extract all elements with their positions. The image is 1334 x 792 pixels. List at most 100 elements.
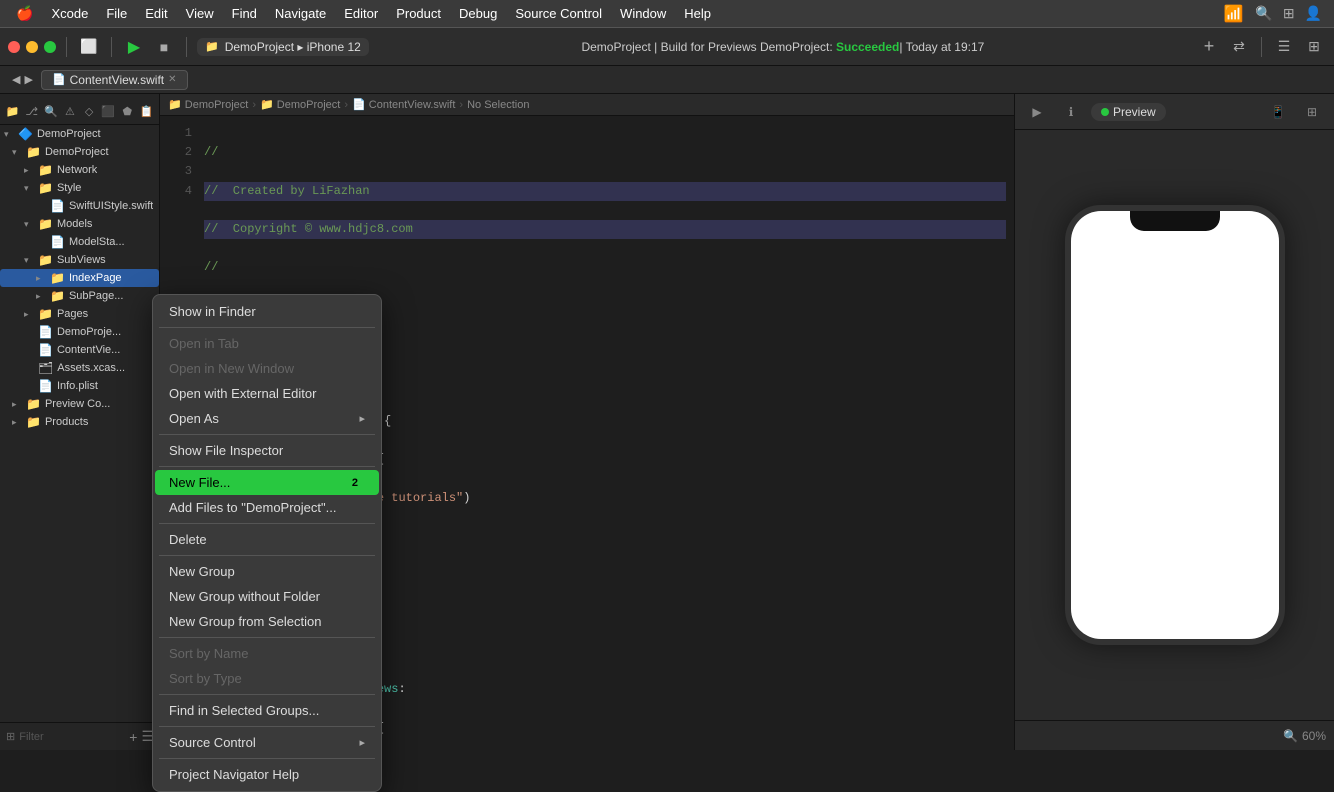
filter-icon: ⊞ <box>6 730 15 743</box>
search-icon[interactable]: 🔍 <box>42 100 59 122</box>
tree-item-modelsta[interactable]: ▸ 📄 ModelSta... <box>0 233 159 251</box>
ctx-new-file[interactable]: New File... 2 <box>155 470 379 495</box>
panel-toggle-icon[interactable]: ⊞ <box>1302 35 1326 59</box>
ctx-show-file-inspector[interactable]: Show File Inspector <box>155 438 379 463</box>
build-time: | Today at 19:17 <box>899 40 984 54</box>
ctx-find-in-selected-groups[interactable]: Find in Selected Groups... <box>155 698 379 723</box>
menu-navigate[interactable]: Navigate <box>267 4 334 23</box>
back-icon[interactable]: ◀ <box>12 73 20 86</box>
bc-selection[interactable]: No Selection <box>467 99 529 111</box>
zoom-icon[interactable]: ⊞ <box>1298 98 1326 126</box>
test-icon[interactable]: ◇ <box>81 100 98 122</box>
file-icon: 📄 <box>52 73 66 86</box>
tree-item-network[interactable]: ▸ 📁 Network <box>0 161 159 179</box>
folder-icon: 📁 <box>38 163 53 177</box>
tree-item-products[interactable]: ▸ 📁 Products <box>0 413 159 431</box>
tree-item-style[interactable]: ▾ 📁 Style <box>0 179 159 197</box>
sidebar-footer: ⊞ Filter + ☰ <box>0 722 160 750</box>
sidebar-toggle-icon[interactable]: ⬜ <box>77 35 101 59</box>
menu-edit[interactable]: Edit <box>137 4 175 23</box>
bc-project[interactable]: 📁 DemoProject <box>168 98 248 111</box>
minimize-button[interactable] <box>26 41 38 53</box>
add-icon[interactable]: + <box>1197 35 1221 59</box>
ctx-delete[interactable]: Delete <box>155 527 379 552</box>
ctx-open-as[interactable]: Open As ▸ <box>155 406 379 431</box>
zoom-icon-footer: 🔍 <box>1283 729 1298 743</box>
inspect-icon[interactable]: ℹ <box>1057 98 1085 126</box>
tree-item-infoplist[interactable]: ▸ 📄 Info.plist <box>0 377 159 395</box>
user-avatar: 👤 <box>1301 5 1326 22</box>
tree-item-demoproject-file[interactable]: ▸ 📄 DemoProje... <box>0 323 159 341</box>
tree-item-indexpage[interactable]: ▸ 📁 IndexPage <box>0 269 159 287</box>
sidebar-toolbar: 📁 ⎇ 🔍 ⚠ ◇ ⬛ ⬟ 📋 <box>0 98 159 125</box>
run-icon[interactable]: ▶ <box>122 35 146 59</box>
inspector-toggle-icon[interactable]: ☰ <box>1272 35 1296 59</box>
report-icon[interactable]: 📋 <box>138 100 155 122</box>
layout-icon[interactable]: ⇄ <box>1227 35 1251 59</box>
menu-view[interactable]: View <box>178 4 222 23</box>
ctx-new-group-from-selection[interactable]: New Group from Selection <box>155 609 379 634</box>
preview-toolbar: ▶ ℹ Preview 📱 ⊞ <box>1015 94 1334 130</box>
folder-icon[interactable]: 📁 <box>4 100 21 122</box>
folder-icon: 📁 <box>50 289 65 303</box>
menu-xcode[interactable]: Xcode <box>43 4 96 23</box>
ctx-source-control[interactable]: Source Control ▸ <box>155 730 379 755</box>
tree-item-models[interactable]: ▾ 📁 Models <box>0 215 159 233</box>
bc-file[interactable]: 📄 ContentView.swift <box>352 98 455 111</box>
debug-icon[interactable]: ⬛ <box>100 100 117 122</box>
ctx-separator <box>159 555 375 556</box>
menu-window[interactable]: Window <box>612 4 674 23</box>
tree-item-pages[interactable]: ▸ 📁 Pages <box>0 305 159 323</box>
menu-product[interactable]: Product <box>388 4 449 23</box>
menu-editor[interactable]: Editor <box>336 4 386 23</box>
stop-icon[interactable]: ■ <box>152 35 176 59</box>
device-preview-icon[interactable]: 📱 <box>1264 98 1292 126</box>
control-center-icon[interactable]: ⊞ <box>1279 5 1299 22</box>
add-bottom-icon[interactable]: + <box>129 729 137 745</box>
apple-menu[interactable]: 🍎 <box>8 5 41 22</box>
search-menu-icon[interactable]: 🔍 <box>1251 5 1276 22</box>
bc-folder[interactable]: 📁 DemoProject <box>260 98 340 111</box>
menu-help[interactable]: Help <box>676 4 719 23</box>
play-icon[interactable]: ▶ <box>1023 98 1051 126</box>
file-icon: 📄 <box>38 379 53 393</box>
tab-contentview[interactable]: 📄 ContentView.swift ✕ <box>41 70 188 90</box>
tree-item-demoproject-folder[interactable]: ▾ 📁 DemoProject <box>0 143 159 161</box>
tabbar: ◀ ▶ 📄 ContentView.swift ✕ <box>0 66 1334 94</box>
ctx-new-group-without-folder[interactable]: New Group without Folder <box>155 584 379 609</box>
tab-close-icon[interactable]: ✕ <box>168 74 176 85</box>
device-selector[interactable]: 📁 DemoProject ▸ iPhone 12 <box>197 38 369 56</box>
tree-label: SubViews <box>57 254 106 266</box>
tree-item-subpage[interactable]: ▸ 📁 SubPage... <box>0 287 159 305</box>
tree-item-subviews[interactable]: ▾ 📁 SubViews <box>0 251 159 269</box>
warning-icon[interactable]: ⚠ <box>61 100 78 122</box>
menu-debug[interactable]: Debug <box>451 4 505 23</box>
ctx-separator <box>159 694 375 695</box>
context-menu: Show in Finder Open in Tab Open in New W… <box>152 294 382 792</box>
tree-item-previewco[interactable]: ▸ 📁 Preview Co... <box>0 395 159 413</box>
ctx-add-files[interactable]: Add Files to "DemoProject"... <box>155 495 379 520</box>
ctx-separator <box>159 434 375 435</box>
ctx-show-in-finder[interactable]: Show in Finder <box>155 299 379 324</box>
menu-file[interactable]: File <box>98 4 135 23</box>
maximize-button[interactable] <box>44 41 56 53</box>
ctx-open-with-external-editor[interactable]: Open with External Editor <box>155 381 379 406</box>
ctx-new-group[interactable]: New Group <box>155 559 379 584</box>
tree-item-swiftuistyle[interactable]: ▸ 📄 SwiftUIStyle.swift <box>0 197 159 215</box>
tree-item-assets[interactable]: ▸ 🗂 Assets.xcas... <box>0 359 159 377</box>
menu-find[interactable]: Find <box>224 4 265 23</box>
bc-sep: › <box>252 99 256 111</box>
bc-sep: › <box>344 99 348 111</box>
tree-item-demoproject-root[interactable]: ▾ 🔷 DemoProject <box>0 125 159 143</box>
breakpoint-icon[interactable]: ⬟ <box>119 100 136 122</box>
tree-item-contentview[interactable]: ▸ 📄 ContentVie... <box>0 341 159 359</box>
filter-label: Filter <box>19 731 43 743</box>
sidebar: 📁 ⎇ 🔍 ⚠ ◇ ⬛ ⬟ 📋 ▾ 🔷 DemoProject ▾ 📁 Demo… <box>0 94 160 750</box>
file-icon: 📄 <box>50 235 65 249</box>
menu-source-control[interactable]: Source Control <box>507 4 610 23</box>
close-button[interactable] <box>8 41 20 53</box>
source-control-icon[interactable]: ⎇ <box>23 100 40 122</box>
line-num: 2 <box>164 143 192 162</box>
forward-icon[interactable]: ▶ <box>24 73 32 86</box>
ctx-project-navigator-help[interactable]: Project Navigator Help <box>155 762 379 787</box>
